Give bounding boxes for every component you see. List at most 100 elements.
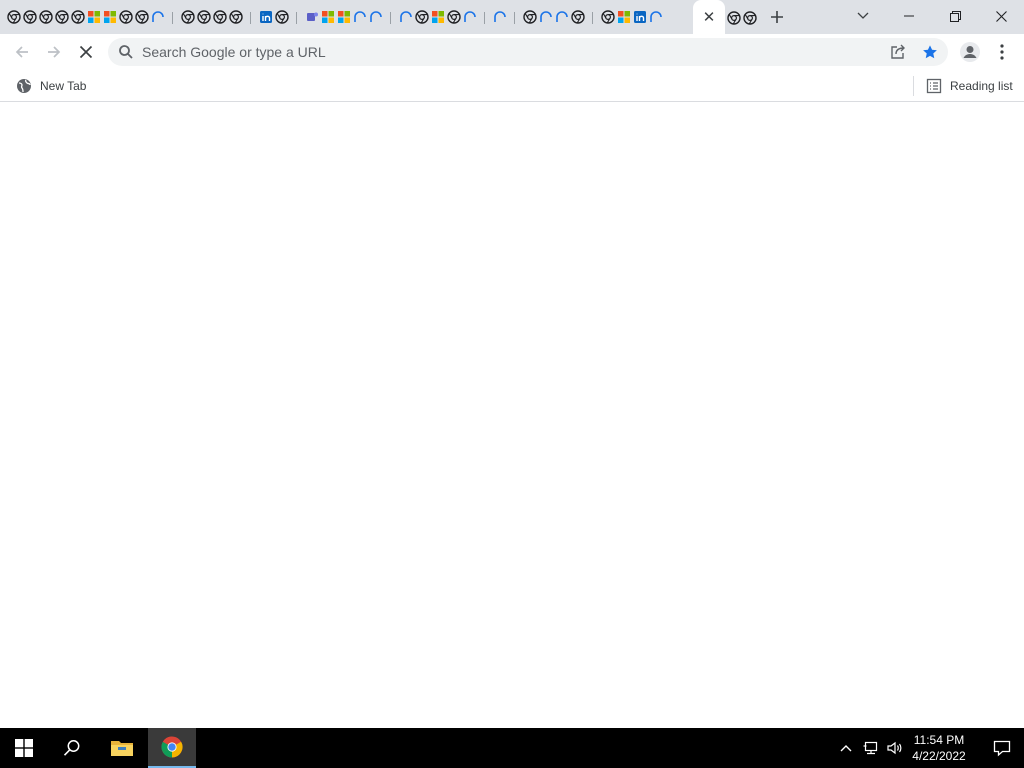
tab-chrome-icon[interactable] — [522, 10, 537, 25]
tab-chrome-icon[interactable] — [212, 10, 227, 25]
tab-loading-icon[interactable] — [352, 10, 367, 25]
taskbar-search-button[interactable] — [48, 728, 96, 768]
profile-avatar-icon — [960, 42, 980, 62]
tab-microsoft-icon[interactable] — [320, 10, 335, 25]
tab-loading-icon[interactable] — [462, 10, 477, 25]
arrow-left-icon — [15, 46, 28, 58]
stop-button[interactable] — [72, 38, 100, 66]
restore-button[interactable] — [932, 0, 978, 32]
tab-chrome-icon[interactable] — [70, 10, 85, 25]
tab-chrome-icon[interactable] — [600, 10, 615, 25]
close-window-button[interactable] — [978, 0, 1024, 32]
tab-separator — [586, 10, 600, 25]
tab-separator — [478, 10, 492, 25]
trailing-tab-list — [726, 10, 758, 25]
tab-microsoft-icon[interactable] — [430, 10, 445, 25]
clock-time: 11:54 PM — [913, 733, 965, 747]
globe-icon — [17, 79, 31, 93]
tab-chrome-icon[interactable] — [570, 10, 585, 25]
chrome-taskbar-button[interactable] — [148, 728, 196, 768]
clock[interactable]: 11:54 PM 4/22/2022 — [900, 728, 978, 768]
chrome-window: ✕ Search Google or type a URL New Tab Re… — [0, 0, 1024, 728]
show-hidden-icons-button[interactable] — [836, 728, 856, 768]
arrow-right-icon — [48, 46, 61, 58]
tab-strip: ✕ — [0, 0, 1024, 34]
address-bar[interactable] — [108, 38, 948, 66]
tab-chrome-icon[interactable] — [118, 10, 133, 25]
search-icon — [63, 740, 80, 756]
taskbar: 11:54 PM 4/22/2022 — [0, 728, 1024, 768]
tab-separator — [508, 10, 522, 25]
address-input[interactable] — [142, 38, 872, 66]
bookmarks-divider — [913, 76, 914, 96]
page-content — [0, 103, 1024, 728]
tab-chrome-icon[interactable] — [134, 10, 149, 25]
forward-button[interactable] — [40, 38, 68, 66]
tab-chrome-icon[interactable] — [6, 10, 21, 25]
chrome-menu-button[interactable] — [988, 38, 1016, 66]
tab-chrome-icon[interactable] — [38, 10, 53, 25]
tab-chrome-icon[interactable] — [22, 10, 37, 25]
reading-list-button[interactable]: Reading list — [920, 74, 1019, 98]
share-button[interactable] — [886, 40, 910, 64]
tab-separator — [384, 10, 398, 25]
start-button[interactable] — [0, 728, 48, 768]
tab-microsoft-icon[interactable] — [616, 10, 631, 25]
tab-microsoft-icon[interactable] — [336, 10, 351, 25]
bookmark-label: New Tab — [40, 79, 87, 93]
file-explorer-button[interactable] — [98, 728, 146, 768]
tab-linkedin-icon[interactable] — [632, 10, 647, 25]
profile-button[interactable] — [956, 38, 984, 66]
network-button[interactable] — [860, 728, 882, 768]
tab-search-button[interactable] — [840, 0, 886, 32]
tab-chrome-icon[interactable] — [180, 10, 195, 25]
bookmark-star-button[interactable] — [918, 40, 942, 64]
tab-chrome-icon[interactable] — [274, 10, 289, 25]
clock-date: 4/22/2022 — [912, 749, 966, 763]
tab-linkedin-icon[interactable] — [258, 10, 273, 25]
minimize-icon — [904, 15, 914, 17]
minimize-button[interactable] — [886, 0, 932, 32]
tab-microsoft-icon[interactable] — [102, 10, 117, 25]
restore-icon — [949, 10, 961, 22]
chevron-up-icon — [840, 745, 852, 752]
tab-list — [6, 7, 664, 27]
tab-chrome-icon[interactable] — [228, 10, 243, 25]
toolbar — [0, 34, 1024, 70]
tab-loading-icon[interactable] — [554, 10, 569, 25]
tab-chrome-icon[interactable] — [196, 10, 211, 25]
bookmarks-bar: New Tab Reading list — [0, 70, 1024, 102]
reading-list-icon — [926, 78, 942, 94]
action-center-button[interactable] — [980, 728, 1024, 768]
plus-icon — [771, 11, 783, 23]
close-tab-icon[interactable]: ✕ — [700, 8, 718, 26]
tab-microsoft-icon[interactable] — [86, 10, 101, 25]
tab-chrome-icon[interactable] — [726, 10, 741, 25]
tab-separator — [166, 10, 180, 25]
tab-loading-icon[interactable] — [492, 10, 507, 25]
tab-loading-icon[interactable] — [538, 10, 553, 25]
tab-loading-icon[interactable] — [150, 10, 165, 25]
stop-loading-icon — [79, 45, 93, 59]
tab-teams-icon[interactable] — [304, 10, 319, 25]
tab-chrome-icon[interactable] — [54, 10, 69, 25]
tab-chrome-icon[interactable] — [446, 10, 461, 25]
bookmark-new-tab[interactable]: New Tab — [10, 74, 92, 98]
chevron-down-icon — [857, 12, 869, 19]
network-icon — [863, 741, 878, 755]
tab-chrome-icon[interactable] — [742, 10, 757, 25]
folder-icon — [111, 741, 133, 756]
chrome-icon — [161, 736, 183, 758]
reading-list-label: Reading list — [950, 79, 1013, 93]
tab-loading-icon[interactable] — [368, 10, 383, 25]
close-icon — [995, 10, 1007, 22]
tab-chrome-icon[interactable] — [414, 10, 429, 25]
new-tab-button[interactable] — [765, 5, 789, 29]
tab-loading-icon[interactable] — [648, 10, 663, 25]
back-button[interactable] — [8, 38, 36, 66]
tab-separator — [290, 10, 304, 25]
tab-separator — [244, 10, 258, 25]
search-icon — [119, 45, 133, 59]
tab-loading-icon[interactable] — [398, 10, 413, 25]
share-icon — [891, 44, 905, 59]
